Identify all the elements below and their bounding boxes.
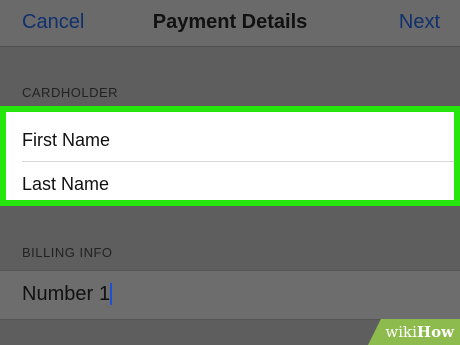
last-name-placeholder: Last Name bbox=[22, 174, 110, 194]
first-name-field[interactable]: First Name bbox=[6, 118, 454, 162]
wikihow-watermark: wikiHow bbox=[368, 319, 460, 345]
last-name-input[interactable] bbox=[136, 166, 444, 202]
page-title: Payment Details bbox=[152, 11, 308, 33]
first-name-input[interactable] bbox=[136, 122, 444, 158]
card-number-label: Number bbox=[22, 283, 94, 305]
next-button[interactable]: Next bbox=[399, 11, 440, 34]
first-name-placeholder: First Name bbox=[22, 130, 111, 150]
card-number-value[interactable]: 1 bbox=[99, 283, 110, 306]
navigation-bar: Cancel Payment Details Next bbox=[0, 0, 460, 47]
cardholder-section-header: CARDHOLDER bbox=[22, 85, 119, 100]
card-number-field[interactable]: Number 1 bbox=[0, 270, 460, 320]
last-name-field[interactable]: Last Name bbox=[6, 162, 454, 206]
watermark-logo: wikiHow bbox=[385, 323, 454, 341]
billing-section-header: BILLING INFO bbox=[22, 245, 113, 260]
cardholder-fields-highlight: First Name Last Name bbox=[0, 106, 460, 206]
text-cursor bbox=[110, 283, 112, 305]
